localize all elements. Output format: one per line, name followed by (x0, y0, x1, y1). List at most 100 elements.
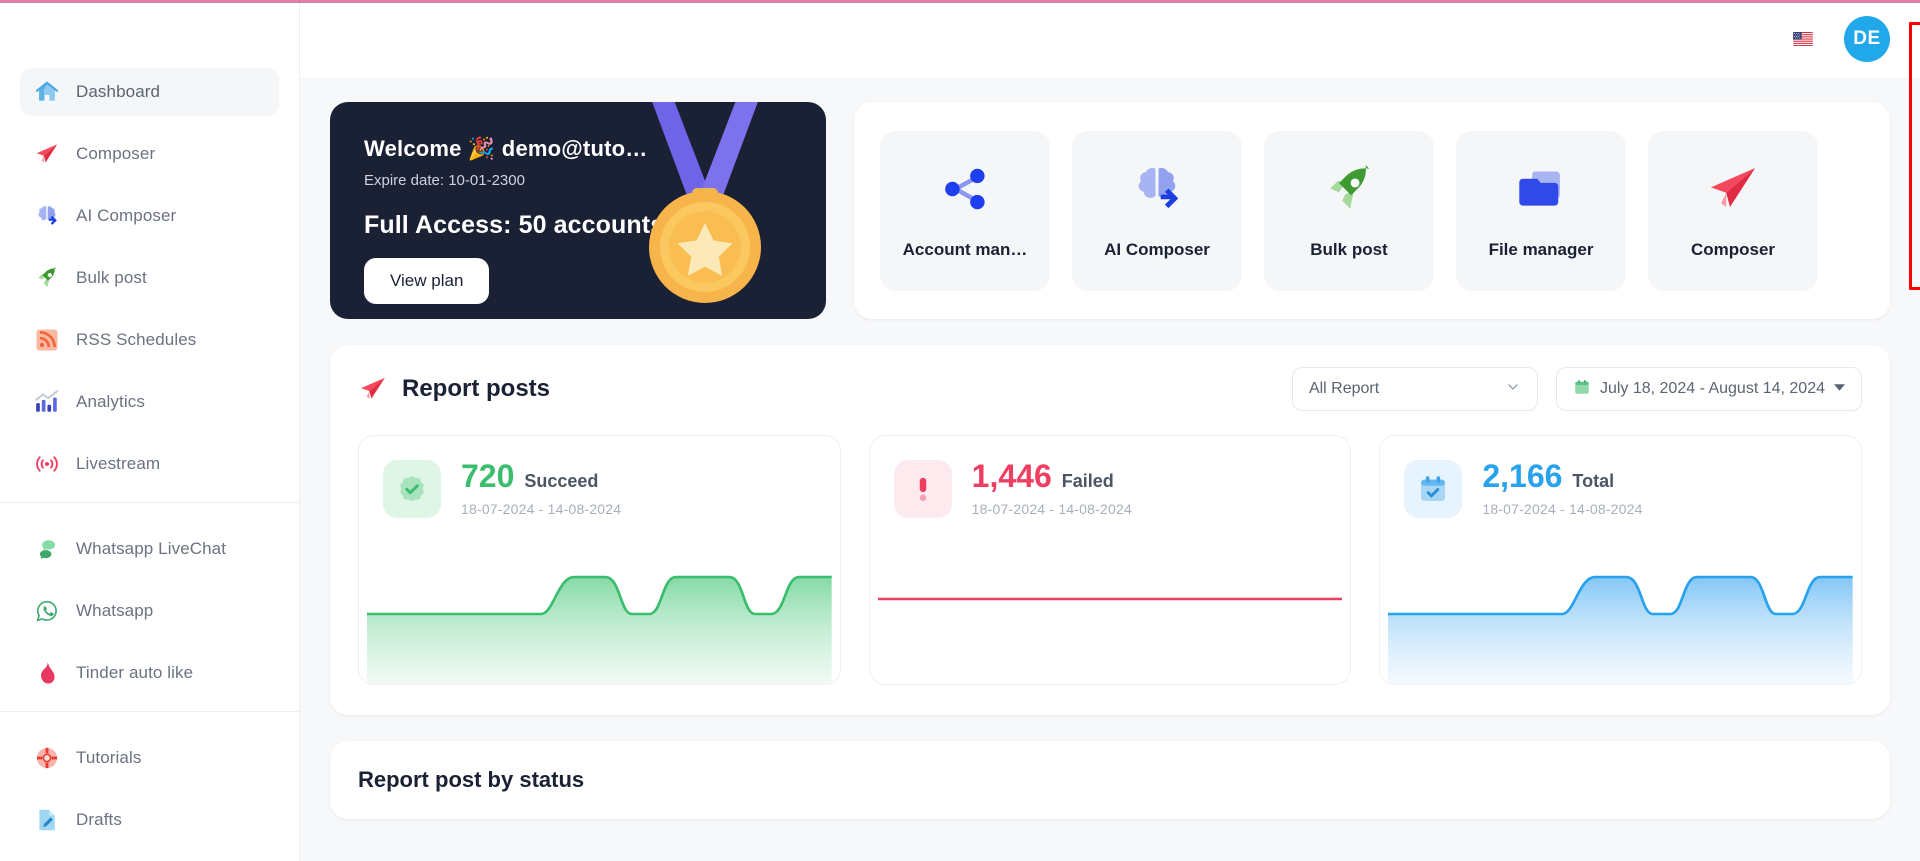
language-switcher-button[interactable] (1786, 27, 1820, 51)
chat-bubbles-icon (34, 536, 60, 562)
report-post-by-status-card: Report post by status (330, 741, 1890, 819)
stat-range: 18-07-2024 - 14-08-2024 (461, 501, 622, 517)
sidebar-item-label: Analytics (76, 392, 145, 411)
stat-card-succeed: 720 Succeed 18-07-2024 - 14-08-2024 (358, 435, 841, 685)
rss-icon (34, 327, 60, 353)
sidebar: Dashboard Composer AI Composer Bulk post… (0, 0, 300, 861)
stat-head: 720 Succeed 18-07-2024 - 14-08-2024 (359, 436, 840, 518)
rocket-icon (1321, 161, 1377, 222)
quick-action-label: Bulk post (1310, 240, 1388, 259)
total-sparkline (1388, 559, 1854, 684)
date-range-picker[interactable]: July 18, 2024 - August 14, 2024 (1555, 367, 1862, 411)
folder-icon (1513, 161, 1569, 222)
paper-plane-icon (358, 374, 388, 404)
stat-cards: 720 Succeed 18-07-2024 - 14-08-2024 1,44… (358, 435, 1863, 685)
quick-action-ai-composer[interactable]: AI Composer (1072, 130, 1242, 291)
succeed-sparkline (367, 559, 832, 684)
quick-actions-panel: Account man… AI Composer Bulk post File … (854, 102, 1890, 319)
draft-document-icon (34, 807, 60, 833)
sidebar-group-resources: Tutorials Drafts (0, 711, 299, 844)
dashboard-top-row: Welcome 🎉 demo@tuto… Expire date: 10-01-… (330, 102, 1890, 319)
share-nodes-icon (937, 161, 993, 222)
page-title: Report posts (402, 375, 551, 402)
sidebar-item-analytics[interactable]: Analytics (20, 378, 279, 426)
sidebar-item-label: Drafts (76, 810, 122, 829)
stat-text: 1,446 Failed 18-07-2024 - 14-08-2024 (972, 460, 1132, 517)
stat-label: Failed (1061, 471, 1114, 491)
stat-value: 2,166 (1482, 458, 1563, 494)
stat-label: Succeed (524, 471, 599, 491)
quick-action-bulk-post[interactable]: Bulk post (1264, 130, 1434, 291)
date-range-value: July 18, 2024 - August 14, 2024 (1599, 380, 1825, 397)
rocket-icon (34, 265, 60, 291)
sidebar-item-whatsapp[interactable]: Whatsapp (20, 587, 279, 635)
sidebar-item-label: Whatsapp LiveChat (76, 539, 227, 558)
report-posts-header: Report posts All Report July 18, 2024 - … (358, 367, 1862, 411)
brain-arrow-icon (1129, 161, 1185, 222)
dashboard-content: Welcome 🎉 demo@tuto… Expire date: 10-01-… (300, 78, 1920, 861)
stat-card-total: 2,166 Total 18-07-2024 - 14-08-2024 (1379, 435, 1863, 685)
stat-value: 1,446 (971, 458, 1052, 494)
paper-plane-icon (1705, 161, 1761, 222)
report-posts-title: Report posts (358, 374, 550, 404)
avatar[interactable]: DE (1844, 16, 1890, 62)
sidebar-item-livestream[interactable]: Livestream (20, 440, 279, 488)
sidebar-item-label: AI Composer (76, 206, 177, 225)
sidebar-item-dashboard[interactable]: Dashboard (20, 68, 279, 116)
stat-head: 2,166 Total 18-07-2024 - 14-08-2024 (1380, 436, 1861, 518)
stat-head: 1,446 Failed 18-07-2024 - 14-08-2024 (870, 436, 1351, 518)
quick-action-label: File manager (1488, 240, 1594, 259)
sidebar-item-label: Bulk post (76, 268, 147, 287)
quick-action-composer[interactable]: Composer (1648, 130, 1818, 291)
top-bar: DE (300, 0, 1920, 78)
section-title: Report post by status (358, 767, 585, 792)
report-posts-card: Report posts All Report July 18, 2024 - … (330, 345, 1890, 715)
lifebuoy-icon (34, 745, 60, 771)
quick-action-label: Account man… (902, 240, 1028, 259)
top-accent-bar (0, 0, 1920, 3)
exclamation-icon (893, 460, 952, 518)
app-root: Dashboard Composer AI Composer Bulk post… (0, 0, 1920, 861)
stat-range: 18-07-2024 - 14-08-2024 (971, 501, 1132, 517)
report-filter-select[interactable]: All Report (1291, 367, 1538, 411)
caret-down-icon (1834, 380, 1845, 398)
sidebar-item-label: Dashboard (76, 82, 161, 101)
house-icon (34, 79, 60, 105)
sidebar-item-label: Composer (76, 144, 156, 163)
us-flag-icon (1793, 32, 1813, 46)
flame-icon (34, 660, 60, 686)
whatsapp-icon (34, 598, 60, 624)
sidebar-item-composer[interactable]: Composer (20, 130, 279, 178)
sidebar-item-label: Tinder auto like (76, 663, 194, 682)
chevron-down-icon (1505, 379, 1521, 400)
badge-check-icon (383, 460, 441, 518)
stat-label: Total (1572, 471, 1615, 491)
main-area: DE Welcome 🎉 demo@tuto… Expire date: 10-… (300, 0, 1920, 861)
sidebar-item-tutorials[interactable]: Tutorials (20, 734, 279, 782)
sidebar-item-bulk-post[interactable]: Bulk post (20, 254, 279, 302)
brain-arrow-icon (34, 203, 60, 229)
stat-range: 18-07-2024 - 14-08-2024 (1482, 501, 1643, 517)
view-plan-button[interactable]: View plan (364, 258, 490, 304)
sidebar-item-tinder-auto-like[interactable]: Tinder auto like (20, 649, 279, 697)
stat-card-failed: 1,446 Failed 18-07-2024 - 14-08-2024 (868, 435, 1352, 685)
sidebar-item-drafts[interactable]: Drafts (20, 796, 279, 844)
quick-action-account-manager[interactable]: Account man… (880, 130, 1050, 291)
quick-action-label: AI Composer (1104, 240, 1210, 259)
report-controls: All Report July 18, 2024 - August 14, 20… (1291, 367, 1862, 411)
stat-text: 2,166 Total 18-07-2024 - 14-08-2024 (1482, 460, 1642, 517)
sidebar-item-label: RSS Schedules (76, 330, 197, 349)
sidebar-item-whatsapp-livechat[interactable]: Whatsapp LiveChat (20, 525, 279, 573)
sidebar-group-messaging: Whatsapp LiveChat Whatsapp Tinder auto l… (0, 502, 299, 697)
stat-text: 720 Succeed 18-07-2024 - 14-08-2024 (461, 460, 621, 517)
sidebar-item-label: Whatsapp (76, 601, 154, 620)
sidebar-item-rss-schedules[interactable]: RSS Schedules (20, 316, 279, 364)
bar-chart-icon (34, 389, 60, 415)
sidebar-item-label: Tutorials (76, 748, 142, 767)
quick-action-file-manager[interactable]: File manager (1456, 130, 1626, 291)
calendar-icon (1573, 378, 1591, 401)
sidebar-item-ai-composer[interactable]: AI Composer (20, 192, 279, 240)
paper-plane-icon (34, 141, 60, 167)
stat-value: 720 (461, 458, 515, 494)
quick-action-label: Composer (1690, 240, 1776, 259)
